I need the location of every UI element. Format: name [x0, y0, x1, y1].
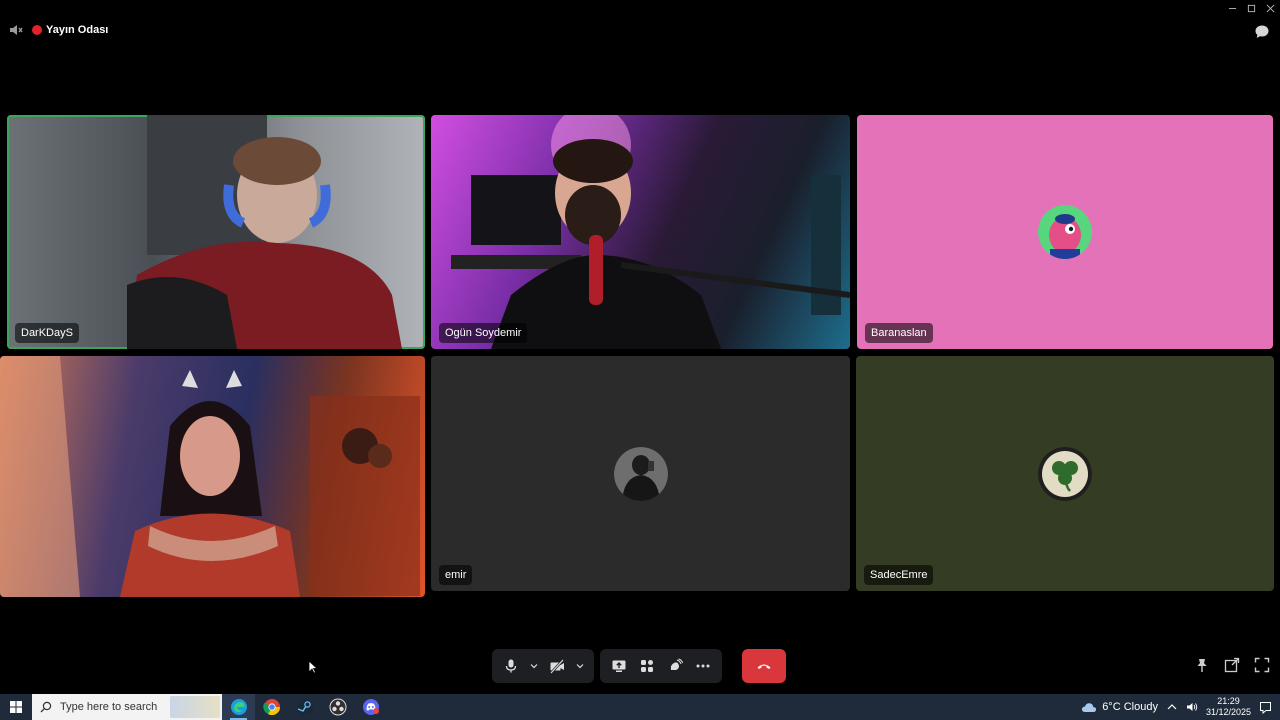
fullscreen-icon — [1254, 657, 1270, 673]
activities-icon — [641, 660, 653, 672]
taskbar-clock[interactable]: 21:29 31/12/2025 — [1206, 696, 1251, 718]
participant-name: SadecEmre — [864, 565, 934, 585]
call-control-bar — [492, 649, 786, 683]
video-tile-participant[interactable] — [0, 356, 425, 597]
participant-name: Baranaslan — [865, 323, 933, 343]
fullscreen-button[interactable] — [1254, 657, 1270, 673]
edge-icon — [230, 699, 247, 715]
windows-logo-icon — [10, 701, 22, 713]
maximize-icon — [1247, 4, 1256, 12]
view-tools — [1194, 657, 1270, 673]
windows-taskbar: Type here to search 6°C Cloudy 21:29 31/… — [0, 694, 1280, 720]
room-title: Yayın Odası — [46, 24, 109, 36]
webcam-feed — [127, 115, 402, 349]
activity-controls — [600, 649, 722, 683]
taskbar-steam[interactable] — [288, 694, 321, 720]
taskbar-discord[interactable] — [354, 694, 387, 720]
microphone-icon — [505, 659, 517, 673]
chevron-down-icon — [576, 664, 584, 669]
mouse-cursor-icon — [308, 660, 318, 674]
screen-share-icon — [612, 660, 626, 672]
video-tile-emir[interactable]: emir — [431, 356, 850, 591]
camera-options-button[interactable] — [572, 652, 588, 680]
weather-widget[interactable]: 6°C Cloudy — [1081, 701, 1158, 713]
chrome-icon — [262, 699, 280, 716]
system-tray: 6°C Cloudy 21:29 31/12/2025 — [1081, 694, 1280, 720]
participant-name: DarKDayS — [15, 323, 79, 343]
search-highlight-image — [170, 696, 220, 718]
clover-avatar-icon — [1038, 446, 1092, 501]
media-controls — [492, 649, 594, 683]
call-header: Yayın Odası — [8, 22, 108, 38]
minimize-icon — [1228, 7, 1237, 9]
pin-icon — [1197, 659, 1207, 672]
notification-icon — [1260, 701, 1271, 714]
popout-button[interactable] — [1224, 657, 1240, 673]
speaker-muted-icon[interactable] — [8, 22, 24, 38]
soundboard-button[interactable] — [662, 652, 688, 680]
microphone-options-button[interactable] — [526, 652, 542, 680]
search-icon — [40, 701, 52, 713]
camera-button[interactable] — [544, 652, 570, 680]
close-icon — [1266, 4, 1275, 12]
taskbar-chrome[interactable] — [255, 694, 288, 720]
live-indicator-icon — [32, 25, 42, 35]
video-tile-sadecemre[interactable]: SadecEmre — [856, 356, 1274, 591]
minimize-button[interactable] — [1223, 0, 1242, 16]
search-placeholder: Type here to search — [60, 701, 158, 713]
avatar — [613, 446, 668, 501]
cloud-icon — [1082, 703, 1097, 712]
discord-icon — [362, 699, 379, 715]
start-button[interactable] — [0, 694, 32, 720]
avatar — [1038, 205, 1092, 259]
popout-icon — [1224, 657, 1240, 673]
show-hidden-icons-button[interactable] — [1166, 701, 1178, 713]
participant-name: Ogün Soydemir — [439, 323, 528, 343]
maximize-button[interactable] — [1242, 0, 1261, 16]
activities-button[interactable] — [634, 652, 660, 680]
clock-time: 21:29 — [1217, 696, 1240, 706]
steam-icon — [296, 699, 313, 715]
hang-up-icon — [757, 664, 771, 669]
more-icon — [696, 664, 710, 668]
disconnect-button[interactable] — [742, 649, 786, 683]
chevron-up-icon — [1167, 704, 1177, 710]
webcam-feed — [451, 115, 850, 349]
video-tile-ogun-soydemir[interactable]: Ogün Soydemir — [431, 115, 850, 349]
taskbar-obs[interactable] — [321, 694, 354, 720]
chevron-down-icon — [530, 664, 538, 669]
window-controls — [1223, 0, 1280, 16]
webcam-feed — [0, 356, 420, 597]
soundboard-icon — [670, 658, 683, 670]
taskbar-search-input[interactable]: Type here to search — [32, 694, 222, 720]
volume-button[interactable] — [1186, 701, 1198, 713]
volume-icon — [1186, 703, 1198, 711]
video-tile-baranaslan[interactable]: Baranaslan — [857, 115, 1273, 349]
close-button[interactable] — [1261, 0, 1280, 16]
microphone-button[interactable] — [498, 652, 524, 680]
avatar-image — [1038, 205, 1092, 259]
avatar — [1038, 446, 1092, 501]
obs-icon — [329, 698, 346, 716]
pin-button[interactable] — [1194, 657, 1210, 673]
participant-name: emir — [439, 565, 473, 585]
clock-date: 31/12/2025 — [1205, 707, 1251, 717]
video-tile-darkdays[interactable]: DarKDayS — [7, 115, 425, 349]
chat-bubble-icon — [1255, 25, 1269, 38]
camera-off-icon — [550, 659, 564, 674]
call-window: Yayın Odası DarKDayS Ogün Soydemir Baran… — [0, 0, 1280, 720]
taskbar-edge[interactable] — [222, 694, 255, 720]
notification-center-button[interactable] — [1259, 701, 1272, 714]
weather-text: 6°C Cloudy — [1102, 701, 1158, 713]
more-options-button[interactable] — [690, 652, 716, 680]
screen-share-button[interactable] — [606, 652, 632, 680]
chat-button[interactable] — [1254, 24, 1270, 40]
avatar-image — [613, 446, 668, 501]
